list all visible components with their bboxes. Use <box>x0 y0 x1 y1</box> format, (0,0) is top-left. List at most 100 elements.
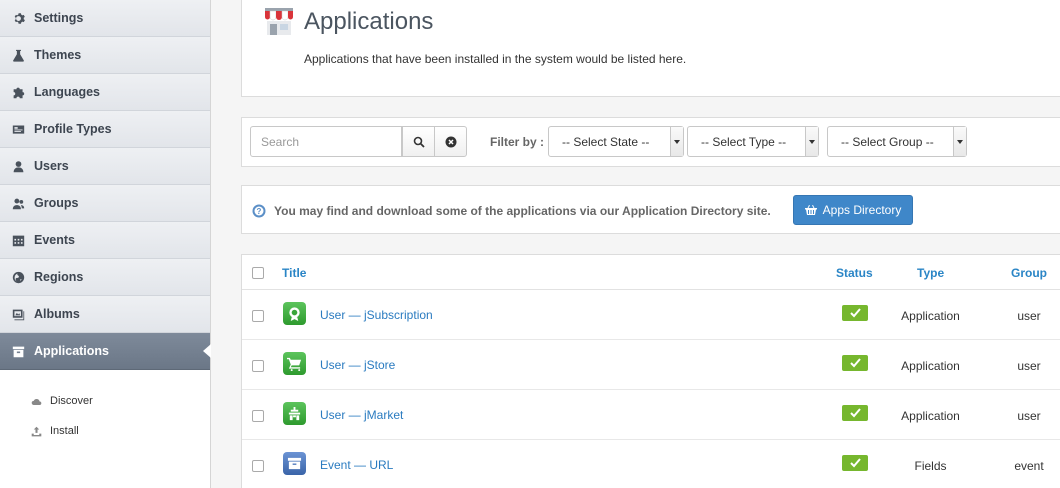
help-icon: ? <box>252 204 266 218</box>
archive-icon <box>287 457 302 470</box>
row-checkbox[interactable] <box>252 310 264 322</box>
market-icon <box>288 406 301 421</box>
globe-icon <box>11 270 25 284</box>
row-checkbox[interactable] <box>252 460 264 472</box>
sidebar-item-themes[interactable]: Themes <box>0 37 210 74</box>
app-icon <box>283 302 306 325</box>
store-icon <box>265 8 293 35</box>
table-header: Title Status Type Group <box>242 255 1060 290</box>
group-cell: user <box>1017 409 1041 423</box>
subnav-item-label: Install <box>50 425 79 437</box>
table-row: User — jSubscription Application user <box>242 290 1060 340</box>
sidebar-item-profile-types[interactable]: Profile Types <box>0 111 210 148</box>
type-cell: Application <box>901 309 960 323</box>
sidebar-item-events[interactable]: Events <box>0 222 210 259</box>
subnav-item-label: Discover <box>50 395 93 407</box>
app-icon <box>283 402 306 425</box>
apps-directory-button[interactable]: Apps Directory <box>793 195 913 225</box>
type-cell: Application <box>901 409 960 423</box>
apps-directory-label: Apps Directory <box>822 203 902 217</box>
id-card-icon <box>11 122 25 136</box>
table-row: User — jStore Application user <box>242 340 1060 390</box>
row-checkbox[interactable] <box>252 360 264 372</box>
app-title-link[interactable]: User — jSubscription <box>320 308 433 322</box>
sidebar: Settings Themes Languages Profile Types … <box>0 0 211 488</box>
subscription-icon <box>289 307 300 321</box>
app-title-link[interactable]: User — jMarket <box>320 408 403 422</box>
type-select[interactable]: -- Select Type -- <box>687 126 819 157</box>
app-icon <box>283 452 306 475</box>
subnav-item-discover[interactable]: Discover <box>0 386 210 416</box>
subnav-item-install[interactable]: Install <box>0 416 210 446</box>
svg-text:?: ? <box>257 207 262 216</box>
check-icon <box>849 308 861 318</box>
info-bar: ? You may find and download some of the … <box>241 185 1060 234</box>
clear-search-button[interactable] <box>434 126 467 157</box>
status-badge[interactable] <box>842 455 868 471</box>
filter-label: Filter by : <box>490 135 545 149</box>
sidebar-item-users[interactable]: Users <box>0 148 210 185</box>
type-select-value: -- Select Type -- <box>701 134 787 149</box>
gear-icon <box>11 11 25 25</box>
table-row: Event — URL Fields event <box>242 440 1060 488</box>
group-cell: event <box>1014 459 1044 473</box>
chevron-down-icon <box>805 127 818 156</box>
sidebar-item-label: Users <box>34 159 69 173</box>
sidebar-item-albums[interactable]: Albums <box>0 296 210 333</box>
select-all-checkbox[interactable] <box>252 267 264 279</box>
sidebar-item-settings[interactable]: Settings <box>0 0 210 37</box>
state-select-value: -- Select State -- <box>562 134 650 149</box>
upload-icon <box>31 426 42 436</box>
sidebar-item-label: Languages <box>34 85 100 99</box>
search-input[interactable] <box>250 126 402 157</box>
user-icon <box>11 159 25 173</box>
type-cell: Application <box>901 359 960 373</box>
check-icon <box>849 408 861 418</box>
sidebar-subnav: Discover Install <box>0 370 210 446</box>
info-text: You may find and download some of the ap… <box>274 204 771 218</box>
sidebar-item-label: Groups <box>34 196 79 210</box>
group-cell: user <box>1017 309 1041 323</box>
flask-icon <box>11 48 25 62</box>
group-select[interactable]: -- Select Group -- <box>827 126 967 157</box>
sidebar-item-applications[interactable]: Applications <box>0 333 211 370</box>
app-title-link[interactable]: User — jStore <box>320 358 395 372</box>
status-badge[interactable] <box>842 405 868 421</box>
puzzle-icon <box>11 85 25 99</box>
search-button[interactable] <box>402 126 435 157</box>
group-select-value: -- Select Group -- <box>841 134 934 149</box>
basket-icon <box>804 205 817 215</box>
page-description: Applications that have been installed in… <box>304 52 687 66</box>
sidebar-item-label: Albums <box>34 307 80 321</box>
chevron-down-icon <box>953 127 966 156</box>
table-row: User — jMarket Application user <box>242 390 1060 440</box>
check-icon <box>849 458 861 468</box>
calendar-icon <box>11 233 25 247</box>
state-select[interactable]: -- Select State -- <box>548 126 684 157</box>
status-badge[interactable] <box>842 305 868 321</box>
group-icon <box>11 196 25 210</box>
box-icon <box>11 344 25 358</box>
sidebar-item-languages[interactable]: Languages <box>0 74 210 111</box>
row-checkbox[interactable] <box>252 410 264 422</box>
check-icon <box>849 358 861 368</box>
column-type[interactable]: Type <box>917 266 944 280</box>
chevron-down-icon <box>670 127 683 156</box>
sidebar-item-label: Themes <box>34 48 82 62</box>
cloud-icon <box>31 398 42 405</box>
column-title[interactable]: Title <box>282 266 306 280</box>
group-cell: user <box>1017 359 1041 373</box>
app-title-link[interactable]: Event — URL <box>320 458 393 472</box>
status-badge[interactable] <box>842 355 868 371</box>
filter-bar: Filter by : -- Select State -- -- Select… <box>241 117 1060 167</box>
album-icon <box>11 307 25 321</box>
column-status[interactable]: Status <box>836 266 873 280</box>
sidebar-item-regions[interactable]: Regions <box>0 259 210 296</box>
app-icon <box>283 352 306 375</box>
sidebar-item-label: Regions <box>34 270 84 284</box>
sidebar-item-groups[interactable]: Groups <box>0 185 210 222</box>
cart-icon <box>287 357 302 371</box>
close-circle-icon <box>445 136 456 147</box>
applications-table: Title Status Type Group User — jSubscrip… <box>241 254 1060 488</box>
column-group[interactable]: Group <box>1011 266 1047 280</box>
